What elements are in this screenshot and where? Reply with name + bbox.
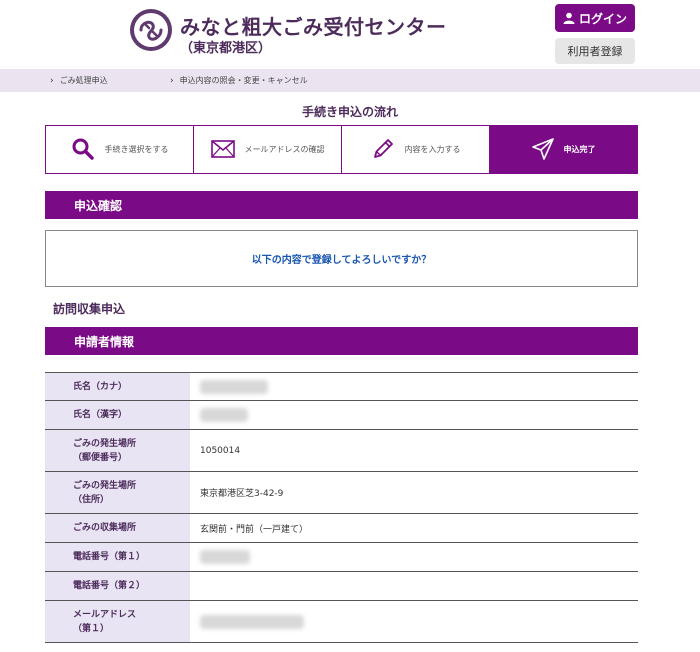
chevron-right-icon: › (50, 76, 54, 86)
row-label: 氏名（カナ） (45, 372, 190, 401)
row-label-line1: メールアドレス (73, 609, 137, 620)
row-label: ごみの発生場所 （住所） (45, 471, 190, 514)
site-subtitle: （東京都港区） (180, 41, 272, 56)
table-row: 氏名（カナ） (45, 372, 638, 401)
table-row: 氏名（漢字） (45, 400, 638, 430)
step-label: メールアドレスの確認 (244, 145, 325, 154)
chevron-right-icon: › (170, 76, 174, 86)
flow-title: 手続き申込の流れ (301, 105, 398, 119)
login-label: ログイン (578, 11, 627, 26)
row-value (190, 542, 638, 572)
redacted-value (200, 379, 268, 394)
value-text: 東京都港区芝3-42-9 (200, 489, 284, 499)
pencil-icon (371, 137, 395, 163)
table-row: 電話番号（第２） (45, 571, 638, 601)
paper-plane-icon (531, 137, 554, 162)
search-icon (71, 137, 95, 163)
step-confirm-email: メールアドレスの確認 (194, 126, 342, 173)
row-label-line1: 電話番号（第１） (73, 552, 146, 562)
breadcrumb-item-inquiry[interactable]: › 申込内容の照会・変更・キャンセル (170, 75, 308, 86)
breadcrumb-item-garbage-application[interactable]: › ごみ処理申込 (50, 75, 108, 86)
row-label: ごみの収集場所 (45, 513, 190, 543)
site-title[interactable]: みなと粗大ごみ受付センター (180, 11, 447, 40)
row-label-line2: （住所） (73, 494, 110, 505)
row-label-line1: 氏名（カナ） (73, 381, 128, 392)
minato-ward-emblem-icon[interactable] (130, 9, 172, 51)
table-row: ごみの発生場所 （住所） 東京都港区芝3-42-9 (45, 471, 638, 514)
envelope-icon (210, 139, 235, 160)
row-value (190, 400, 638, 430)
user-icon (563, 12, 575, 24)
step-label: 内容を入力する (404, 145, 461, 154)
row-label: ごみの発生場所 （郵便番号） (45, 429, 190, 472)
row-label: 電話番号（第２） (45, 571, 190, 601)
table-row: メールアドレス （第１） (45, 600, 638, 643)
register-button[interactable]: 利用者登録 (555, 38, 635, 64)
row-label-line1: ごみの収集場所 (73, 523, 137, 533)
row-label-line1: ごみの発生場所 (73, 438, 137, 449)
table-row: ごみの発生場所 （郵便番号） 1050014 (45, 429, 638, 472)
redacted-value (200, 614, 304, 629)
redacted-value (200, 550, 250, 564)
confirm-section-heading: 申込確認 (45, 191, 638, 219)
confirm-message: 以下の内容で登録してよろしいですか？ (45, 230, 638, 287)
row-value (190, 600, 638, 643)
row-value: 玄関前・門前（一戸建て） (190, 513, 638, 543)
value-text: 1050014 (200, 445, 241, 456)
step-complete: 申込完了 (490, 126, 637, 173)
row-label: 電話番号（第１） (45, 542, 190, 572)
row-label-line2: （第１） (73, 623, 110, 634)
applicant-section-heading: 申請者情報 (45, 327, 638, 355)
login-button[interactable]: ログイン (555, 4, 635, 32)
row-value (190, 571, 638, 601)
applicant-info-table: 氏名（カナ） 氏名（漢字） ごみの発生場所 （郵便番号） 1050014 ごみの発生場所 （… (45, 372, 638, 643)
redacted-value (200, 408, 248, 422)
row-label-line1: 電話番号（第２） (73, 581, 146, 591)
step-label: 手続き選択をする (104, 145, 169, 154)
row-label-line2: （郵便番号） (73, 452, 128, 463)
table-row: ごみの収集場所 玄関前・門前（一戸建て） (45, 513, 638, 543)
row-value: 1050014 (190, 429, 638, 472)
row-label: 氏名（漢字） (45, 400, 190, 430)
collection-heading: 訪問収集申込 (53, 302, 126, 316)
step-select-procedure: 手続き選択をする (46, 126, 194, 173)
site-header: みなと粗大ごみ受付センター （東京都港区） ログイン 利用者登録 (0, 0, 700, 69)
row-label-line1: 氏名（漢字） (73, 410, 128, 420)
breadcrumb: › ごみ処理申込 › 申込内容の照会・変更・キャンセル (0, 69, 700, 92)
table-row: 電話番号（第１） (45, 542, 638, 572)
row-label-line1: ごみの発生場所 (73, 480, 137, 491)
row-label: メールアドレス （第１） (45, 600, 190, 643)
flow-steps: 手続き選択をする メールアドレスの確認 内容を入力する 申込完了 (45, 125, 638, 174)
value-text: 玄関前・門前（一戸建て） (200, 524, 309, 535)
row-value (190, 372, 638, 401)
step-label: 申込完了 (563, 145, 596, 154)
step-enter-content: 内容を入力する (342, 126, 490, 173)
row-value: 東京都港区芝3-42-9 (190, 471, 638, 514)
